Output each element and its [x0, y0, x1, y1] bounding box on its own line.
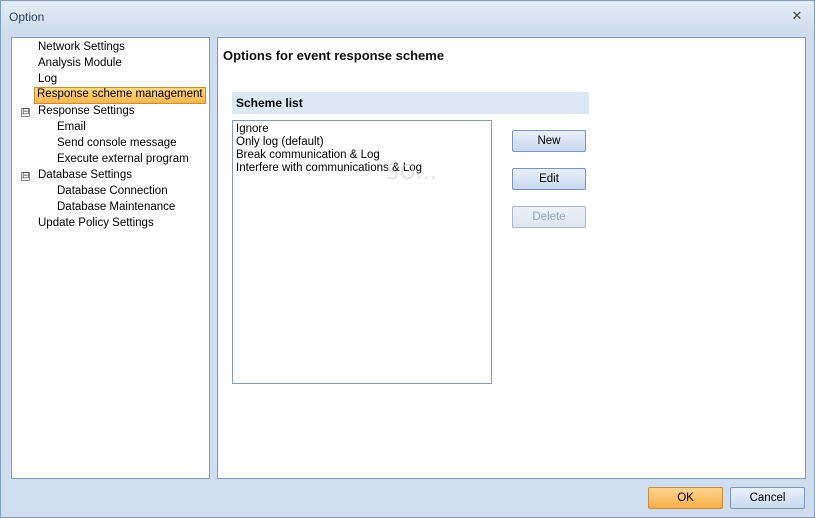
tree-item-update-policy-settings[interactable]: Update Policy Settings	[36, 216, 156, 231]
delete-button[interactable]: Delete	[512, 206, 586, 228]
collapse-icon[interactable]: ⊟	[21, 108, 30, 117]
title-bar[interactable]: Option ✕	[1, 1, 814, 33]
settings-tree: Network Settings Analysis Module Log Res…	[11, 37, 210, 479]
new-button[interactable]: New	[512, 130, 586, 152]
scheme-list-header: Scheme list	[232, 92, 589, 114]
tree-item-send-console-message[interactable]: Send console message	[55, 136, 179, 151]
window-title: Option	[9, 10, 45, 24]
tree-item-execute-external-program[interactable]: Execute external program	[55, 152, 191, 167]
close-icon[interactable]: ✕	[788, 8, 806, 26]
option-dialog: Option ✕ Network Settings Analysis Modul…	[0, 0, 815, 518]
page-title: Options for event response scheme	[223, 48, 445, 63]
edit-button[interactable]: Edit	[512, 168, 586, 190]
content-panel: Options for event response scheme Scheme…	[217, 37, 806, 479]
watermark: SO...	[386, 160, 438, 184]
tree-item-database-maintenance[interactable]: Database Maintenance	[55, 200, 177, 215]
tree-item-analysis-module[interactable]: Analysis Module	[36, 56, 124, 71]
tree-item-database-settings[interactable]: Database Settings	[36, 168, 134, 183]
tree-item-log[interactable]: Log	[36, 72, 59, 87]
tree-item-network-settings[interactable]: Network Settings	[36, 40, 127, 55]
tree-item-response-scheme-management[interactable]: Response scheme management	[34, 87, 206, 104]
tree-item-database-connection[interactable]: Database Connection	[55, 184, 170, 199]
tree-item-email[interactable]: Email	[55, 120, 88, 135]
list-item[interactable]: Break communication & Log	[236, 149, 488, 162]
scheme-list[interactable]: Ignore Only log (default) Break communic…	[232, 120, 492, 384]
list-item[interactable]: Only log (default)	[236, 136, 488, 149]
list-item[interactable]: Interfere with communications & Log	[236, 162, 488, 175]
collapse-icon[interactable]: ⊟	[21, 172, 30, 181]
cancel-button[interactable]: Cancel	[730, 487, 805, 509]
tree-item-response-settings[interactable]: Response Settings	[36, 104, 137, 119]
list-item[interactable]: Ignore	[236, 123, 488, 136]
ok-button[interactable]: OK	[648, 487, 723, 509]
